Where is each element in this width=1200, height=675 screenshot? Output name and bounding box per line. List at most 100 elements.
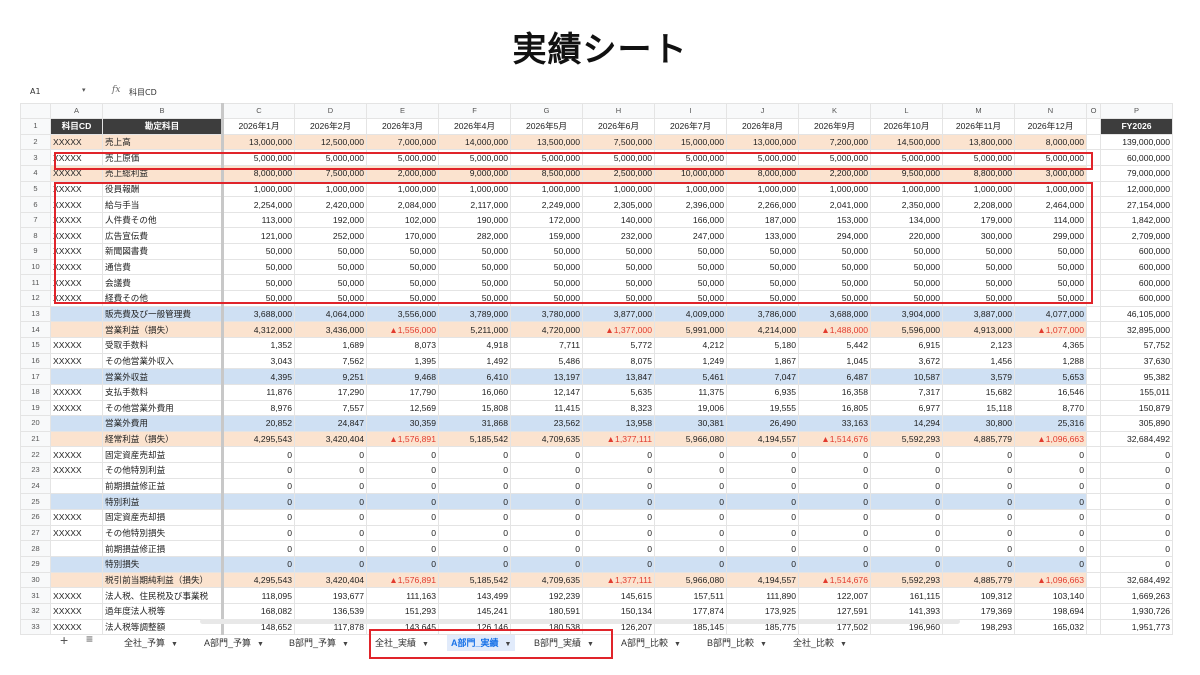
- month-value-cell[interactable]: ▲1,096,663: [1014, 430, 1087, 448]
- month-value-cell[interactable]: 168,082: [222, 602, 295, 620]
- month-value-cell[interactable]: 1,288: [1014, 352, 1087, 370]
- sheet-tab-dropdown-icon[interactable]: ▼: [422, 641, 429, 648]
- header-month-cell[interactable]: 2026年8月: [726, 118, 799, 135]
- month-value-cell[interactable]: 1,000,000: [1014, 180, 1087, 198]
- month-value-cell[interactable]: 3,579: [942, 368, 1015, 385]
- month-value-cell[interactable]: 177,874: [654, 602, 727, 620]
- column-header[interactable]: D: [294, 103, 367, 119]
- month-value-cell[interactable]: 2,123: [942, 336, 1015, 354]
- account-name-cell[interactable]: 営業利益（損失）: [102, 321, 224, 338]
- month-value-cell[interactable]: 13,500,000: [510, 133, 583, 151]
- account-name-cell[interactable]: その他営業外収入: [102, 352, 224, 370]
- month-value-cell[interactable]: 7,500,000: [294, 164, 367, 182]
- header-month-cell[interactable]: 2026年1月: [222, 118, 295, 135]
- column-header[interactable]: I: [654, 103, 727, 119]
- gap-cell[interactable]: [1086, 477, 1101, 495]
- fy-total-cell[interactable]: 12,000,000: [1100, 180, 1173, 198]
- account-code-cell[interactable]: XXXXX: [50, 336, 103, 354]
- account-name-cell[interactable]: 売上高: [102, 133, 224, 151]
- row-number[interactable]: 23: [20, 462, 51, 479]
- fy-total-cell[interactable]: 1,669,263: [1100, 587, 1173, 604]
- account-code-cell[interactable]: XXXXX: [50, 352, 103, 370]
- month-value-cell[interactable]: 5,000,000: [798, 149, 871, 166]
- account-name-cell[interactable]: 給与手当: [102, 196, 224, 213]
- month-value-cell[interactable]: 0: [942, 524, 1015, 542]
- column-header[interactable]: O: [1086, 103, 1101, 119]
- month-value-cell[interactable]: ▲1,514,676: [798, 571, 871, 589]
- month-value-cell[interactable]: 50,000: [726, 290, 799, 307]
- header-month-cell[interactable]: 2026年3月: [366, 118, 439, 135]
- month-value-cell[interactable]: 50,000: [1014, 258, 1087, 276]
- month-value-cell[interactable]: 5,000,000: [222, 149, 295, 166]
- column-header[interactable]: B: [102, 103, 224, 119]
- gap-cell[interactable]: [1086, 290, 1101, 307]
- month-value-cell[interactable]: 5,966,080: [654, 571, 727, 589]
- month-value-cell[interactable]: 5,000,000: [1014, 149, 1087, 166]
- month-value-cell[interactable]: 157,511: [654, 587, 727, 604]
- month-value-cell[interactable]: 13,958: [582, 415, 655, 432]
- month-value-cell[interactable]: 0: [222, 477, 295, 495]
- month-value-cell[interactable]: 143,499: [438, 587, 511, 604]
- month-value-cell[interactable]: 151,293: [366, 602, 439, 620]
- month-value-cell[interactable]: 5,000,000: [294, 149, 367, 166]
- month-value-cell[interactable]: 2,266,000: [726, 196, 799, 213]
- month-value-cell[interactable]: 5,991,000: [654, 321, 727, 338]
- month-value-cell[interactable]: 8,073: [366, 336, 439, 354]
- month-value-cell[interactable]: 166,000: [654, 211, 727, 229]
- gap-cell[interactable]: [1086, 602, 1101, 620]
- month-value-cell[interactable]: 0: [582, 462, 655, 479]
- month-value-cell[interactable]: 4,194,557: [726, 571, 799, 589]
- row-number[interactable]: 20: [20, 415, 51, 432]
- month-value-cell[interactable]: 50,000: [294, 243, 367, 260]
- fy-total-cell[interactable]: 32,895,000: [1100, 321, 1173, 338]
- account-code-cell[interactable]: [50, 305, 103, 323]
- month-value-cell[interactable]: 0: [510, 462, 583, 479]
- month-value-cell[interactable]: 4,295,543: [222, 430, 295, 448]
- account-code-cell[interactable]: XXXXX: [50, 164, 103, 182]
- gap-cell[interactable]: [1086, 227, 1101, 245]
- month-value-cell[interactable]: 0: [222, 524, 295, 542]
- month-value-cell[interactable]: 50,000: [726, 243, 799, 260]
- month-value-cell[interactable]: 50,000: [870, 274, 943, 292]
- month-value-cell[interactable]: 0: [726, 555, 799, 573]
- month-value-cell[interactable]: 133,000: [726, 227, 799, 245]
- month-value-cell[interactable]: 4,885,779: [942, 571, 1015, 589]
- month-value-cell[interactable]: 12,569: [366, 399, 439, 417]
- month-value-cell[interactable]: 1,000,000: [726, 180, 799, 198]
- month-value-cell[interactable]: 3,420,404: [294, 571, 367, 589]
- row-number[interactable]: 2: [20, 133, 51, 151]
- month-value-cell[interactable]: 173,925: [726, 602, 799, 620]
- month-value-cell[interactable]: 0: [1014, 524, 1087, 542]
- account-code-cell[interactable]: XXXXX: [50, 524, 103, 542]
- month-value-cell[interactable]: 50,000: [798, 290, 871, 307]
- month-value-cell[interactable]: 0: [438, 524, 511, 542]
- month-value-cell[interactable]: 50,000: [1014, 290, 1087, 307]
- month-value-cell[interactable]: 17,790: [366, 383, 439, 401]
- month-value-cell[interactable]: 5,461: [654, 368, 727, 385]
- month-value-cell[interactable]: 0: [366, 555, 439, 573]
- column-header[interactable]: L: [870, 103, 943, 119]
- fy-total-cell[interactable]: 139,000,000: [1100, 133, 1173, 151]
- month-value-cell[interactable]: 0: [366, 509, 439, 526]
- month-value-cell[interactable]: ▲1,377,111: [582, 430, 655, 448]
- month-value-cell[interactable]: 1,000,000: [294, 180, 367, 198]
- gap-cell[interactable]: [1086, 571, 1101, 589]
- month-value-cell[interactable]: ▲1,377,000: [582, 321, 655, 338]
- month-value-cell[interactable]: 0: [510, 509, 583, 526]
- month-value-cell[interactable]: 0: [942, 509, 1015, 526]
- month-value-cell[interactable]: 136,539: [294, 602, 367, 620]
- sheet-tab-dropdown-icon[interactable]: ▼: [587, 641, 594, 648]
- month-value-cell[interactable]: 0: [726, 509, 799, 526]
- month-value-cell[interactable]: 0: [294, 509, 367, 526]
- month-value-cell[interactable]: 4,913,000: [942, 321, 1015, 338]
- month-value-cell[interactable]: 50,000: [582, 243, 655, 260]
- month-value-cell[interactable]: 0: [366, 540, 439, 557]
- fy-total-cell[interactable]: 0: [1100, 509, 1173, 526]
- gap-cell[interactable]: [1086, 368, 1101, 385]
- row-number[interactable]: 15: [20, 336, 51, 354]
- month-value-cell[interactable]: 140,000: [582, 211, 655, 229]
- month-value-cell[interactable]: 30,381: [654, 415, 727, 432]
- month-value-cell[interactable]: 2,117,000: [438, 196, 511, 213]
- month-value-cell[interactable]: 50,000: [510, 274, 583, 292]
- fy-total-cell[interactable]: 32,684,492: [1100, 430, 1173, 448]
